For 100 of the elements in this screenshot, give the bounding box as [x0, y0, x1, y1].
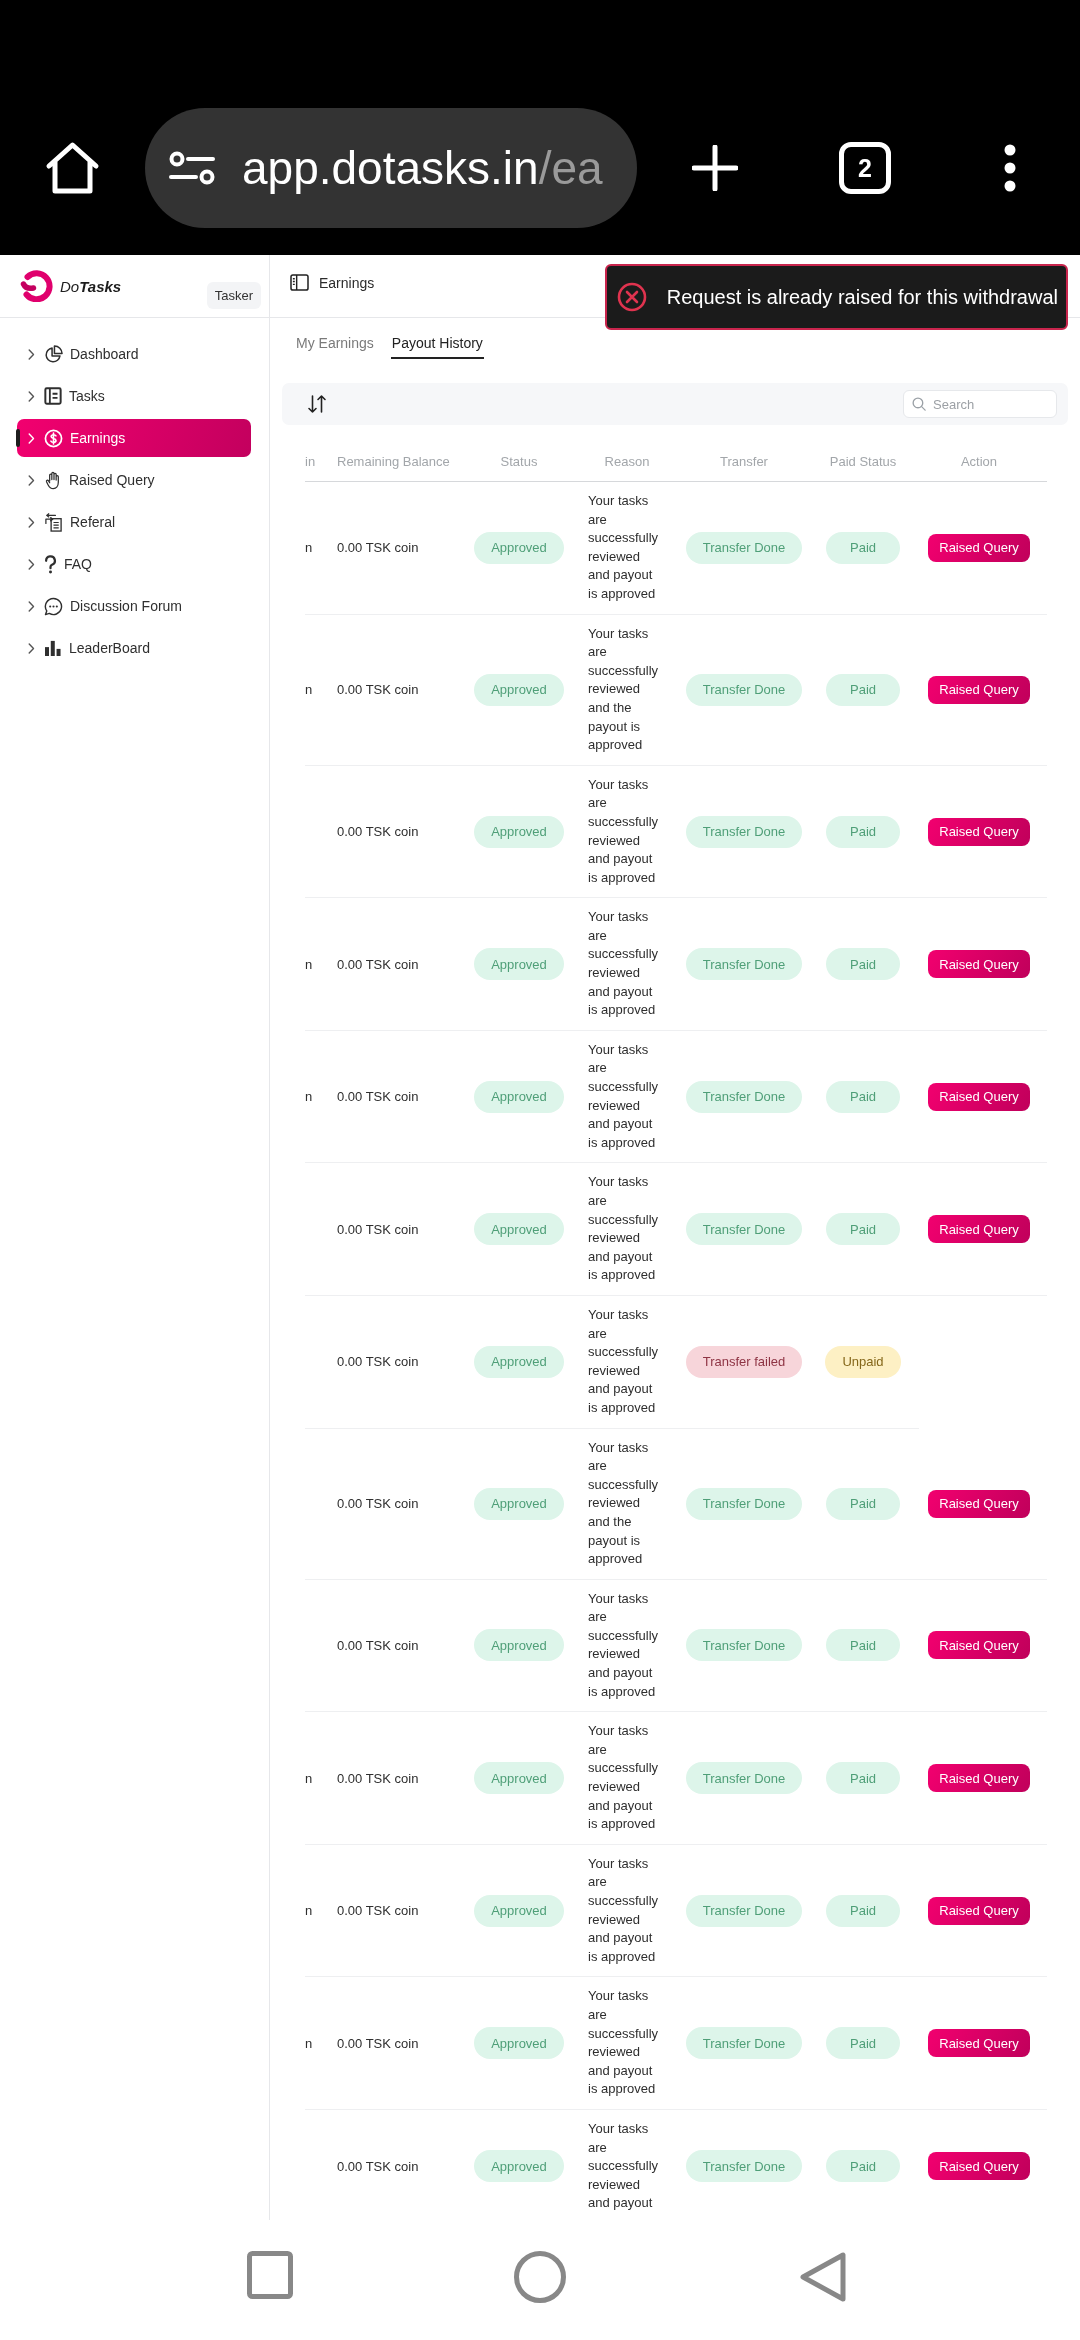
hand-icon	[44, 470, 62, 490]
paid-status-badge: Paid	[826, 673, 900, 706]
paid-status-badge: Paid	[826, 1894, 900, 1927]
raised-query-button[interactable]: Raised Query	[928, 1764, 1030, 1793]
reason-text: Your tasks are successfully reviewed and the payout is approved	[588, 624, 660, 755]
paid-status-badge: Paid	[826, 1629, 900, 1662]
column-header: Action	[960, 454, 998, 469]
transfer-badge: Transfer Done	[685, 2150, 803, 2183]
chevron-icon	[28, 516, 35, 528]
raised-query-button[interactable]: Raised Query	[928, 2029, 1030, 2058]
table-cell: n	[305, 956, 313, 972]
url-field[interactable]: app.dotasks.in/ea	[145, 108, 637, 228]
reason-text: Your tasks are successfully reviewed and the payout is approved	[588, 1438, 660, 1569]
chevron-icon	[28, 600, 35, 612]
balance-cell: 0.00 TSK coin	[337, 1770, 419, 1786]
status-badge: Approved	[474, 1345, 564, 1378]
raised-query-button[interactable]: Raised Query	[928, 1215, 1030, 1244]
raised-query-button[interactable]: Raised Query	[928, 533, 1030, 562]
reason-text: Your tasks are successfully reviewed and payout is approved	[588, 1305, 660, 1417]
status-badge: Approved	[474, 1762, 564, 1795]
error-circle-icon	[616, 282, 647, 312]
pie-chart-icon	[44, 344, 63, 364]
sidebar-item[interactable]: Raised Query	[17, 461, 251, 499]
reason-text: Your tasks are successfully reviewed and payout is approved	[588, 1722, 660, 1834]
paid-status-badge: Paid	[826, 1487, 900, 1520]
chevron-icon	[28, 432, 35, 444]
transfer-badge: Transfer Done	[685, 531, 803, 564]
sidebar-item[interactable]: Discussion Forum	[17, 587, 251, 625]
status-badge: Approved	[474, 673, 564, 706]
column-header: Status	[500, 454, 538, 469]
transfer-badge: Transfer Done	[685, 1894, 803, 1927]
search-field[interactable]: Search	[903, 390, 1057, 418]
table-cell: n	[305, 682, 313, 698]
sidebar-item[interactable]: LeaderBoard	[17, 629, 251, 667]
raised-query-button[interactable]: Raised Query	[928, 1631, 1030, 1660]
paid-status-badge: Paid	[826, 531, 900, 564]
raised-query-button[interactable]: Raised Query	[928, 2152, 1030, 2181]
status-badge: Approved	[474, 948, 564, 981]
question-icon	[44, 554, 57, 574]
paid-status-badge: Paid	[826, 948, 900, 981]
search-icon	[912, 397, 926, 411]
status-badge: Approved	[474, 1487, 564, 1520]
sidebar-item[interactable]: Earnings	[17, 419, 251, 457]
chat-bubble-icon	[44, 596, 63, 616]
balance-cell: 0.00 TSK coin	[337, 682, 419, 698]
raised-query-button[interactable]: Raised Query	[928, 817, 1030, 846]
column-header: Remaining Balance	[337, 454, 450, 469]
sidebar-item[interactable]: Dashboard	[17, 335, 251, 373]
sidebar-item[interactable]: FAQ	[17, 545, 251, 583]
raised-query-button[interactable]: Raised Query	[928, 1896, 1030, 1925]
home-icon[interactable]	[45, 140, 100, 196]
chevron-icon	[28, 390, 35, 402]
paid-status-badge: Paid	[826, 1080, 900, 1113]
logo-icon	[20, 270, 54, 302]
reason-text: Your tasks are successfully reviewed and payout is approved	[588, 1854, 660, 1966]
balance-cell: 0.00 TSK coin	[337, 1089, 419, 1105]
reason-text: Your tasks are successfully reviewed and payout is approved	[588, 908, 660, 1020]
table-cell: n	[305, 2035, 313, 2051]
plus-icon[interactable]	[692, 145, 738, 191]
tab[interactable]: Payout History	[390, 333, 484, 359]
reason-text: Your tasks are successfully reviewed and payout is approved	[588, 492, 660, 603]
document-arrows-icon	[44, 512, 63, 532]
square-icon[interactable]	[247, 2251, 293, 2299]
column-header: Reason	[604, 454, 650, 469]
chevron-icon	[28, 474, 35, 486]
paid-status-badge: Unpaid	[825, 1345, 901, 1378]
column-header: in	[305, 454, 316, 469]
transfer-badge: Transfer failed	[685, 1345, 803, 1378]
circle-icon[interactable]	[514, 2251, 566, 2303]
status-badge: Approved	[474, 1894, 564, 1927]
sort-icon[interactable]	[307, 394, 327, 414]
balance-cell: 0.00 TSK coin	[337, 956, 419, 972]
balance-cell: 0.00 TSK coin	[337, 824, 419, 839]
sidebar-item[interactable]: Tasks	[17, 377, 251, 415]
brand-name: DoTasks	[60, 277, 122, 295]
table-cell: n	[305, 1903, 313, 1919]
raised-query-button[interactable]: Raised Query	[928, 1489, 1030, 1518]
raised-query-button[interactable]: Raised Query	[928, 1082, 1030, 1111]
dollar-icon	[44, 428, 63, 448]
chevron-icon	[28, 558, 35, 570]
chevron-icon	[28, 642, 35, 654]
tabs-button[interactable]: 2	[839, 142, 891, 194]
balance-cell: 0.00 TSK coin	[337, 1637, 419, 1653]
toast-message: Request is already raised for this withdrawal	[666, 285, 1058, 309]
transfer-badge: Transfer Done	[685, 2027, 803, 2060]
page-title: Earnings	[319, 274, 375, 291]
balance-cell: 0.00 TSK coin	[337, 540, 419, 556]
raised-query-button[interactable]: Raised Query	[928, 675, 1030, 704]
active-indicator	[16, 429, 20, 447]
status-badge: Approved	[474, 1213, 564, 1246]
role-badge: Tasker	[206, 282, 261, 309]
raised-query-button[interactable]: Raised Query	[928, 950, 1030, 979]
tab[interactable]: My Earnings	[295, 333, 375, 359]
sidebar-item[interactable]: Referal	[17, 503, 251, 541]
triangle-icon[interactable]	[799, 2251, 847, 2303]
document-icon	[44, 387, 62, 405]
sidebar-toggle-icon[interactable]	[290, 274, 309, 291]
transfer-badge: Transfer Done	[685, 1080, 803, 1113]
status-badge: Approved	[474, 531, 564, 564]
paid-status-badge: Paid	[826, 1213, 900, 1246]
